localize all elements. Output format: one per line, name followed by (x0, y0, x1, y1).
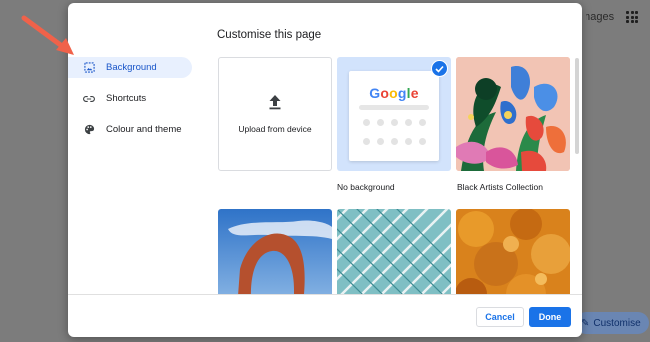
dialog-footer: Cancel Done (68, 294, 582, 337)
upload-label: Upload from device (238, 124, 312, 134)
upload-from-device-tile[interactable]: Upload from device (218, 57, 332, 171)
apps-grid-icon (626, 11, 638, 23)
glass-building-image (337, 209, 451, 295)
arch-landscape-image (218, 209, 332, 295)
upload-icon (269, 95, 281, 110)
new-tab-preview: Google (349, 71, 439, 161)
link-icon (83, 93, 95, 105)
black-artists-collection-label: Black Artists Collection (457, 182, 543, 192)
floral-artwork-image (456, 57, 570, 171)
search-bar-preview (359, 105, 429, 110)
done-button[interactable]: Done (529, 307, 571, 327)
autumn-leaves-tile[interactable] (456, 209, 570, 295)
glass-building-tile[interactable] (337, 209, 451, 295)
sidebar-nav: Background Shortcuts Colour and theme (68, 57, 192, 150)
scrollbar-thumb[interactable] (575, 58, 579, 154)
black-artists-collection-tile[interactable] (456, 57, 570, 171)
sidebar-item-colour-and-theme[interactable]: Colour and theme (68, 119, 192, 140)
no-background-label: No background (337, 182, 395, 192)
palette-icon (83, 124, 95, 136)
annotation-arrow-icon (21, 15, 74, 55)
no-background-tile[interactable]: Google (337, 57, 451, 171)
sidebar-item-label: Shortcuts (106, 93, 147, 104)
customise-button: ✎ Customise (575, 312, 649, 334)
sidebar-item-shortcuts[interactable]: Shortcuts (68, 88, 192, 109)
google-logo: Google (369, 85, 419, 101)
sidebar-item-label: Background (106, 62, 157, 73)
customise-dialog: Customise this page Background Shortcuts (68, 3, 582, 337)
pencil-icon: ✎ (581, 317, 590, 329)
shortcut-dots-preview (359, 119, 429, 145)
background-grid: Upload from device Google No background … (218, 57, 574, 295)
cancel-button[interactable]: Cancel (476, 307, 524, 327)
customise-label: Customise (593, 317, 641, 329)
sidebar-item-label: Colour and theme (106, 124, 182, 135)
dialog-title: Customise this page (217, 29, 322, 41)
selected-check-icon (431, 60, 448, 77)
arch-landscape-tile[interactable] (218, 209, 332, 295)
autumn-leaves-image (456, 209, 570, 295)
